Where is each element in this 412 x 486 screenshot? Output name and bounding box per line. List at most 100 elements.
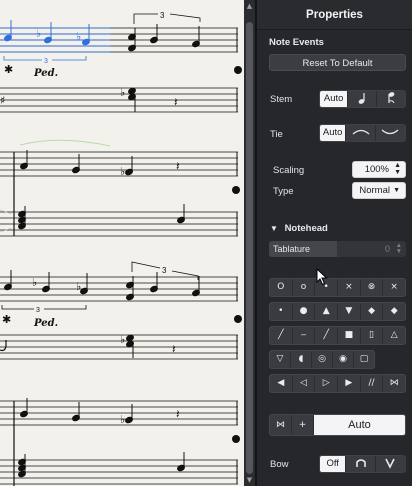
stem-up-icon[interactable] [376,91,405,107]
score-view[interactable]: ♭ ♭ 3 3 ✱ Ped. ♯ ♭ 𝄽 ♭ 𝄽 ♭ ♭ 3 3 ✱ Ped. … [0,0,244,486]
add-notehead-button[interactable]: + [292,415,314,435]
notehead-right-outline-icon[interactable]: ▷ [315,375,339,392]
svg-text:♯: ♯ [0,94,5,107]
svg-text:♭: ♭ [120,165,125,178]
reset-to-default-button[interactable]: Reset To Default [269,54,406,71]
notehead-auto-row: ⋈ + Auto [269,414,406,436]
svg-text:𝄽: 𝄽 [176,407,180,421]
properties-panel: Properties Note Events Reset To Default … [257,0,412,486]
notehead-dash-icon[interactable]: ‒ [293,327,316,344]
stem-down-icon[interactable] [348,91,377,107]
collapse-triangle-icon[interactable]: ▼ [270,224,278,233]
svg-text:♭: ♭ [36,27,41,40]
notehead-dot-icon[interactable]: ● [293,303,316,320]
notehead-cross-icon[interactable]: × [383,279,405,296]
notehead-triangle-down-icon[interactable]: ▼ [338,303,361,320]
tie-selector[interactable]: Auto [319,124,406,142]
notehead-whole-icon[interactable]: O [270,279,293,296]
stem-auto-option[interactable]: Auto [320,91,349,107]
tie-under-icon[interactable] [375,125,405,141]
notehead-auto-button[interactable]: Auto [314,415,405,435]
notehead-slash-short-icon[interactable]: ╱ [270,327,293,344]
staff-7: ♭ 𝄽 [0,398,240,486]
notehead-row: ▽ ◖ ◎ ◉ ▢ [269,350,375,369]
scroll-up-icon[interactable]: ▲ [246,2,253,10]
tuplet-number: 3 [44,58,48,65]
staff-6: ♭ 𝄽 [0,333,238,360]
notehead-bowtie-small-icon[interactable]: ⋈ [270,415,292,435]
stem-selector[interactable]: Auto [319,90,406,108]
notehead-grid: O o • × ⊗ × • ● ▲ ▼ ◆ ◆ ╱ ‒ ╱ ■ ▯ △ ▽ ◖ … [269,278,406,393]
notehead-half-circle-icon[interactable]: ◖ [291,351,312,368]
chevron-down-icon: ▼ [393,187,400,194]
notehead-row: • ● ▲ ▼ ◆ ◆ [269,302,406,321]
scroll-thumb[interactable] [246,22,253,474]
notehead-double-slash-icon[interactable]: // [361,375,384,392]
pedal-mark: ✱ Ped. [4,63,58,79]
pedal-mark: ✱ Ped. [2,313,58,329]
svg-text:✱: ✱ [2,313,11,326]
tuplet-number: 3 [36,307,40,314]
notehead-x-icon[interactable]: × [338,279,361,296]
staff-2: ♯ ♭ 𝄽 [0,86,238,113]
music-score[interactable]: ♭ ♭ 3 3 ✱ Ped. ♯ ♭ 𝄽 ♭ 𝄽 ♭ ♭ 3 3 ✱ Ped. … [0,0,244,486]
svg-text:♭: ♭ [120,413,125,426]
stepper-arrows-icon[interactable]: ▲ ▼ [396,242,402,255]
svg-text:Ped.: Ped. [33,318,58,329]
notehead-bowtie-icon[interactable]: ⋈ [383,375,405,392]
notehead-square-icon[interactable]: ■ [338,327,361,344]
type-label: Type [273,186,294,197]
notehead-small-dot-icon[interactable]: • [270,303,293,320]
tie-label: Tie [270,129,283,140]
tablature-label: Tablature [269,241,337,257]
svg-text:♭: ♭ [76,30,81,43]
staff-3: ♭ 𝄽 [0,150,240,236]
notehead-row: ╱ ‒ ╱ ■ ▯ △ [269,326,406,345]
tie-over-icon[interactable] [346,125,376,141]
bow-down-icon[interactable] [375,456,405,472]
vertical-scrollbar[interactable]: ▲ ▼ [244,0,255,486]
stepper-arrows-icon[interactable]: ▲ ▼ [394,162,401,176]
notehead-ring-icon[interactable]: ◎ [312,351,333,368]
scroll-down-icon[interactable]: ▼ [246,476,253,484]
notehead-left-outline-icon[interactable]: ◁ [293,375,316,392]
notehead-triangle-outline-icon[interactable]: △ [383,327,405,344]
scaling-label: Scaling [273,165,305,176]
notehead-heading[interactable]: ▼ Notehead [270,223,328,234]
notehead-right-triangle-icon[interactable]: ▶ [338,375,361,392]
notehead-circle-x-icon[interactable]: ⊗ [361,279,384,296]
notehead-rect-icon[interactable]: ▢ [354,351,374,368]
notehead-triangle-down-outline-icon[interactable]: ▽ [270,351,291,368]
type-dropdown[interactable]: Normal ▼ [352,182,406,199]
notehead-row: O o • × ⊗ × [269,278,406,297]
bow-selector[interactable]: Off [319,455,406,473]
bow-label: Bow [270,459,289,470]
panel-title: Properties [257,0,412,30]
tie-auto-option[interactable]: Auto [320,125,347,141]
bow-up-icon[interactable] [346,456,376,472]
notehead-diamond-small-icon[interactable]: ◆ [361,303,384,320]
bow-off-option[interactable]: Off [320,456,347,472]
notehead-slash-icon[interactable]: ╱ [315,327,339,344]
tuplet-number: 3 [160,11,165,20]
tablature-value: 0 [384,244,390,254]
notehead-left-triangle-icon[interactable]: ◀ [270,375,293,392]
svg-text:♭: ♭ [120,333,125,346]
note-events-heading: Note Events [269,37,324,48]
stem-label: Stem [270,94,293,105]
notehead-triangle-up-icon[interactable]: ▲ [315,303,339,320]
staff-8 [0,452,238,485]
svg-text:♭: ♭ [32,276,37,289]
svg-text:𝄽: 𝄽 [174,95,178,109]
notehead-filled-ring-icon[interactable]: ◉ [333,351,354,368]
notehead-diamond-icon[interactable]: ◆ [383,303,405,320]
notehead-parallelogram-icon[interactable]: ▯ [361,327,384,344]
svg-text:♭: ♭ [120,86,125,99]
type-value: Normal [359,185,390,196]
svg-text:✱: ✱ [4,63,13,76]
notehead-row: ◀ ◁ ▷ ▶ // ⋈ [269,374,406,393]
tablature-field[interactable]: Tablature 0 ▲ ▼ [269,241,406,257]
staff-5: ♭ ♭ 3 3 [0,261,242,323]
notehead-half-icon[interactable]: o [293,279,316,296]
scaling-stepper[interactable]: 100% ▲ ▼ [352,161,406,178]
